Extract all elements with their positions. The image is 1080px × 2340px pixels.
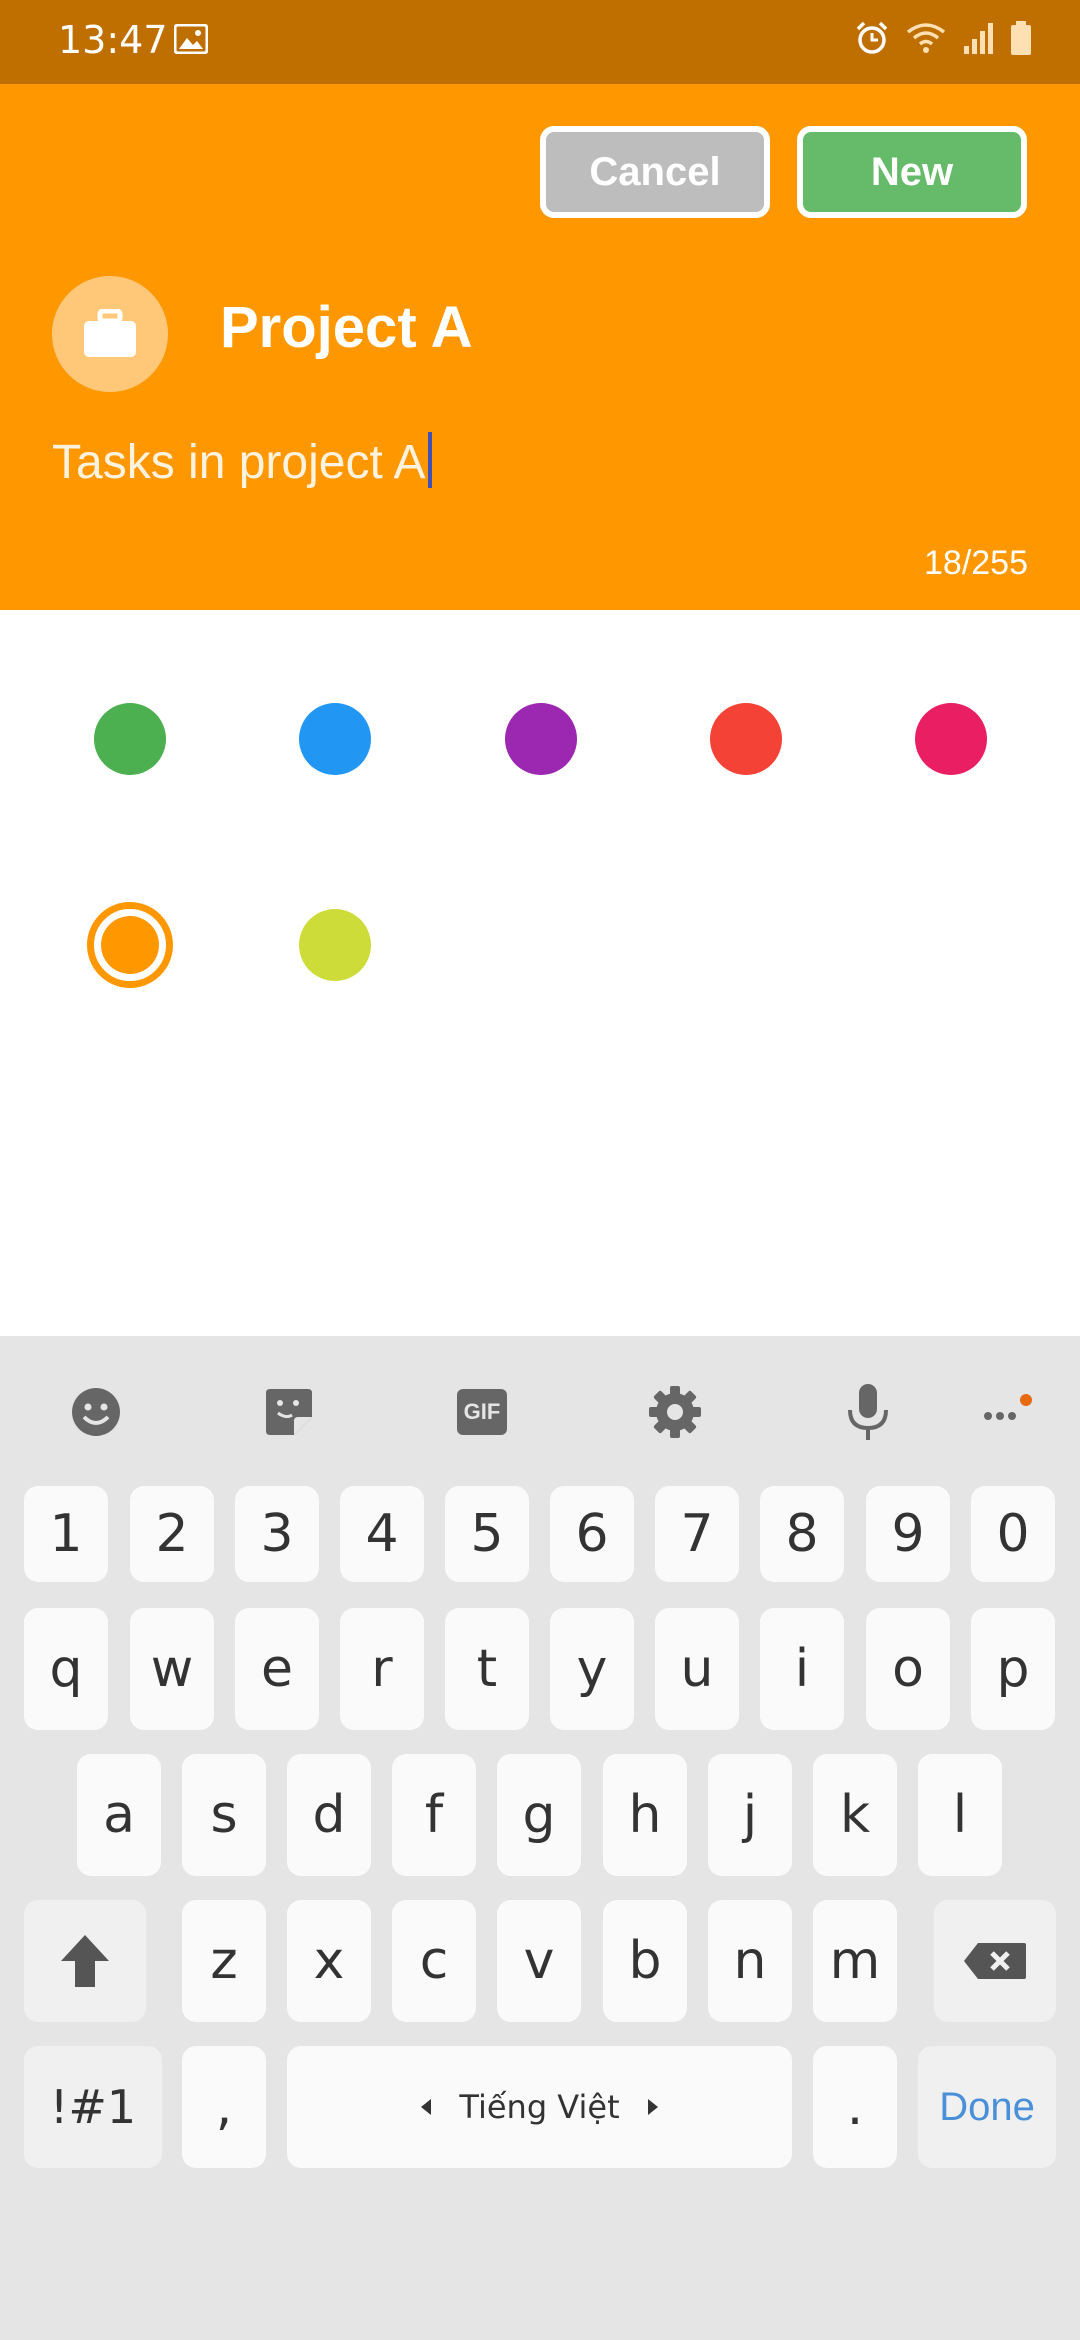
key-c[interactable]: c	[392, 1900, 476, 2022]
color-purple[interactable]	[505, 703, 577, 775]
key-f[interactable]: f	[392, 1754, 476, 1876]
more-options-button[interactable]	[966, 1372, 1046, 1452]
key-6[interactable]: 6	[550, 1486, 634, 1582]
settings-icon	[649, 1386, 701, 1438]
key-v[interactable]: v	[497, 1900, 581, 2022]
description-input[interactable]: Tasks in project A	[52, 432, 432, 490]
status-bar: 13:47	[0, 0, 1080, 84]
project-header: Cancel New Project A Tasks in project A …	[0, 84, 1080, 610]
wifi-icon	[906, 23, 946, 53]
done-key[interactable]: Done	[918, 2046, 1056, 2168]
keyboard-settings-button[interactable]	[635, 1372, 715, 1452]
key-0[interactable]: 0	[971, 1486, 1055, 1582]
emoji-button[interactable]	[56, 1372, 136, 1452]
period-key[interactable]: .	[813, 2046, 897, 2168]
key-i[interactable]: i	[760, 1608, 844, 1730]
key-5[interactable]: 5	[445, 1486, 529, 1582]
key-b[interactable]: b	[603, 1900, 687, 2022]
key-e[interactable]: e	[235, 1608, 319, 1730]
color-red[interactable]	[710, 703, 782, 775]
key-j[interactable]: j	[708, 1754, 792, 1876]
key-a[interactable]: a	[77, 1754, 161, 1876]
space-key-label: Tiếng Việt	[459, 2088, 620, 2126]
key-9[interactable]: 9	[866, 1486, 950, 1582]
key-8[interactable]: 8	[760, 1486, 844, 1582]
key-d[interactable]: d	[287, 1754, 371, 1876]
color-orange-selected[interactable]	[87, 902, 173, 988]
description-text: Tasks in project A	[52, 436, 426, 489]
key-u[interactable]: u	[655, 1608, 739, 1730]
gif-icon: GIF	[457, 1389, 507, 1435]
emoji-icon	[72, 1388, 120, 1436]
color-lime[interactable]	[299, 909, 371, 981]
key-p[interactable]: p	[971, 1608, 1055, 1730]
voice-input-button[interactable]	[828, 1372, 908, 1452]
project-title: Project A	[220, 295, 473, 360]
alarm-icon	[856, 21, 888, 54]
briefcase-icon	[84, 309, 136, 357]
arrow-right-icon	[647, 2099, 658, 2115]
key-x[interactable]: x	[287, 1900, 371, 2022]
gif-label: GIF	[463, 1399, 501, 1424]
key-2[interactable]: 2	[130, 1486, 214, 1582]
shift-key[interactable]	[24, 1900, 146, 2022]
comma-key[interactable]: ,	[182, 2046, 266, 2168]
key-l[interactable]: l	[918, 1754, 1002, 1876]
signal-icon	[964, 23, 993, 54]
text-cursor	[427, 432, 432, 488]
color-green[interactable]	[94, 703, 166, 775]
project-icon-button[interactable]	[52, 276, 168, 392]
key-h[interactable]: h	[603, 1754, 687, 1876]
symbols-key[interactable]: !#1	[24, 2046, 162, 2168]
key-z[interactable]: z	[182, 1900, 266, 2022]
key-t[interactable]: t	[445, 1608, 529, 1730]
key-g[interactable]: g	[497, 1754, 581, 1876]
key-w[interactable]: w	[130, 1608, 214, 1730]
key-q[interactable]: q	[24, 1608, 108, 1730]
selected-color-fill	[101, 916, 159, 974]
key-r[interactable]: r	[340, 1608, 424, 1730]
color-blue[interactable]	[299, 703, 371, 775]
microphone-icon	[848, 1384, 888, 1440]
space-key[interactable]: Tiếng Việt	[287, 2046, 792, 2168]
battery-icon	[1011, 21, 1031, 55]
key-7[interactable]: 7	[655, 1486, 739, 1582]
key-k[interactable]: k	[813, 1754, 897, 1876]
backspace-icon	[964, 1943, 1026, 1979]
status-time: 13:47	[58, 18, 168, 62]
key-y[interactable]: y	[550, 1608, 634, 1730]
key-n[interactable]: n	[708, 1900, 792, 2022]
arrow-left-icon	[421, 2099, 432, 2115]
new-button[interactable]: New	[797, 126, 1027, 218]
key-1[interactable]: 1	[24, 1486, 108, 1582]
key-4[interactable]: 4	[340, 1486, 424, 1582]
sticker-button[interactable]	[249, 1372, 329, 1452]
cancel-button[interactable]: Cancel	[540, 126, 770, 218]
sticker-icon	[266, 1389, 312, 1435]
shift-arrow-icon	[61, 1935, 109, 1987]
more-icon	[984, 1394, 1032, 1420]
on-screen-keyboard: GIF 1 2 3 4 5 6 7 8 9 0 q w e r t y u i …	[0, 1336, 1080, 2340]
backspace-key[interactable]	[934, 1900, 1056, 2022]
key-3[interactable]: 3	[235, 1486, 319, 1582]
key-m[interactable]: m	[813, 1900, 897, 2022]
key-o[interactable]: o	[866, 1608, 950, 1730]
key-s[interactable]: s	[182, 1754, 266, 1876]
color-pink[interactable]	[915, 703, 987, 775]
gif-button[interactable]: GIF	[442, 1372, 522, 1452]
char-counter: 18/255	[924, 544, 1028, 582]
image-notification-icon	[174, 24, 208, 54]
